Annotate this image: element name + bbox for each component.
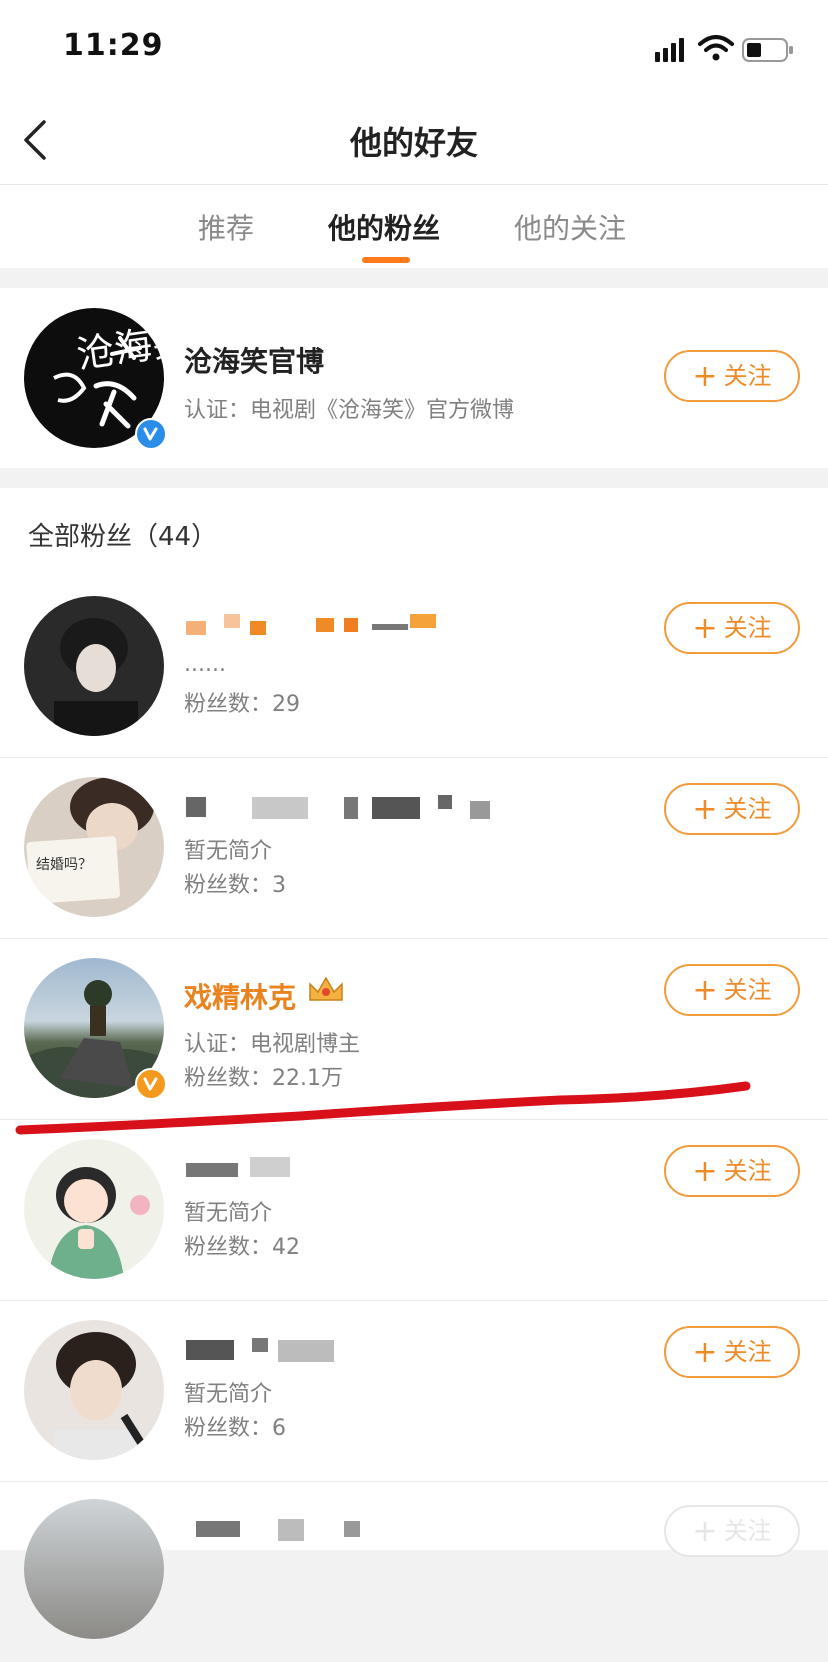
blurred-name xyxy=(252,1338,268,1352)
blurred-name xyxy=(186,1163,238,1177)
follow-button[interactable]: + 关注 xyxy=(664,1145,800,1197)
follow-button[interactable]: + 关注 xyxy=(664,1505,800,1557)
fans-count: 粉丝数：42 xyxy=(184,1235,300,1260)
user-avatar[interactable] xyxy=(24,1320,164,1460)
check-icon xyxy=(143,1077,158,1091)
logo-char-1: 沧海笑 xyxy=(74,318,164,377)
chibi-graphic xyxy=(48,1167,150,1279)
follow-button[interactable]: + 关注 xyxy=(664,602,800,654)
blurred-name xyxy=(186,1340,234,1360)
plus-icon: + xyxy=(692,1335,718,1370)
section-title: 全部粉丝（44） xyxy=(28,522,218,552)
active-tab-indicator xyxy=(362,257,410,263)
user-avatar[interactable] xyxy=(24,1139,164,1279)
check-icon xyxy=(143,427,158,441)
featured-name[interactable]: 沧海笑官博 xyxy=(184,340,324,380)
plus-icon: + xyxy=(692,611,718,646)
status-time: 11:29 xyxy=(63,28,164,63)
list-item[interactable]: 暂无简介 粉丝数：42 + 关注 xyxy=(0,1119,828,1301)
user-desc: 认证：电视剧博主 xyxy=(184,1032,361,1057)
blurred-name xyxy=(224,614,240,628)
user-avatar[interactable]: 结婚吗？ xyxy=(24,777,164,917)
blurred-name xyxy=(372,797,420,819)
tab-recommend[interactable]: 推荐 xyxy=(198,207,254,247)
note-text: 结婚吗？ xyxy=(36,857,92,873)
follow-label: 关注 xyxy=(723,976,772,1004)
featured-desc: 认证：电视剧《沧海笑》官方微博 xyxy=(184,398,515,423)
status-bar: 11:29 xyxy=(0,0,828,96)
fans-count: 粉丝数：3 xyxy=(184,873,286,898)
plus-icon: + xyxy=(692,359,718,394)
user-avatar[interactable] xyxy=(24,596,164,736)
list-item[interactable]: + 关注 xyxy=(0,1481,828,1662)
blurred-name xyxy=(438,795,452,809)
follow-label: 关注 xyxy=(723,795,772,823)
blurred-name xyxy=(470,801,490,819)
list-item[interactable]: 结婚吗？ 暂无简介 粉丝数：3 + 关注 xyxy=(0,757,828,939)
list-item[interactable]: 戏精林克 认证：电视剧博主 粉丝数：22.1万 + 关注 xyxy=(0,938,828,1120)
follow-button[interactable]: + 关注 xyxy=(664,964,800,1016)
tab-following[interactable]: 他的关注 xyxy=(514,207,626,247)
verified-orange-badge xyxy=(135,1068,167,1100)
page-title: 他的好友 xyxy=(349,124,478,162)
tab-followers[interactable]: 他的粉丝 xyxy=(328,207,440,247)
list-item[interactable]: ...... 粉丝数：29 + 关注 xyxy=(0,576,828,758)
list-item[interactable]: 暂无简介 粉丝数：6 + 关注 xyxy=(0,1300,828,1482)
blurred-name xyxy=(186,797,206,817)
blurred-name xyxy=(278,1519,304,1541)
blurred-name xyxy=(196,1521,240,1537)
blurred-name xyxy=(250,1157,290,1177)
fans-count: 粉丝数：22.1万 xyxy=(184,1066,343,1091)
blurred-name xyxy=(344,618,358,632)
blurred-name xyxy=(250,621,266,635)
follow-button[interactable]: + 关注 xyxy=(664,783,800,835)
user-desc: 暂无简介 xyxy=(184,1201,273,1226)
follow-label: 关注 xyxy=(723,614,772,642)
fans-count: 粉丝数：6 xyxy=(184,1416,286,1441)
user-desc: 暂无简介 xyxy=(184,839,273,864)
follow-label: 关注 xyxy=(723,1157,772,1185)
verified-blue-badge xyxy=(135,418,167,450)
blurred-name xyxy=(186,621,206,635)
user-avatar[interactable] xyxy=(24,1499,164,1639)
blurred-name xyxy=(344,1521,360,1537)
follow-button[interactable]: + 关注 xyxy=(664,350,800,402)
fans-count: 粉丝数：29 xyxy=(184,692,300,717)
portrait-graphic xyxy=(54,1332,152,1460)
nav-bar: 他的好友 xyxy=(0,96,828,185)
featured-account-card[interactable]: 沧海笑 沧海笑官博 认证：电视剧《沧海笑》官方微博 + 关注 xyxy=(0,288,828,468)
blurred-name xyxy=(372,624,408,630)
follow-button[interactable]: + 关注 xyxy=(664,1326,800,1378)
follow-label: 关注 xyxy=(723,1517,772,1545)
user-desc: ...... xyxy=(184,652,226,677)
portrait-graphic: 结婚吗？ xyxy=(26,777,154,904)
follower-list: 全部粉丝（44） ...... 粉丝数：29 + 关注 结婚吗？ 暂无简介 粉丝… xyxy=(0,488,828,1639)
follow-label: 关注 xyxy=(723,1338,772,1366)
battery-icon xyxy=(742,38,793,62)
blurred-name xyxy=(344,797,358,819)
portrait-graphic xyxy=(54,618,138,736)
plus-icon: + xyxy=(692,792,718,827)
blurred-name xyxy=(278,1340,334,1362)
user-desc: 暂无简介 xyxy=(184,1382,273,1407)
blurred-name xyxy=(316,618,334,632)
plus-icon: + xyxy=(692,973,718,1008)
tab-bar: 推荐 他的粉丝 他的关注 xyxy=(0,185,828,268)
wifi-icon xyxy=(698,35,734,61)
blurred-name xyxy=(252,797,308,819)
user-name[interactable]: 戏精林克 xyxy=(184,976,296,1016)
follow-label: 关注 xyxy=(723,362,772,390)
plus-icon: + xyxy=(692,1514,718,1549)
crown-icon xyxy=(309,976,343,1001)
blurred-name xyxy=(410,614,436,628)
plus-icon: + xyxy=(692,1154,718,1189)
signal-icon xyxy=(655,38,684,62)
